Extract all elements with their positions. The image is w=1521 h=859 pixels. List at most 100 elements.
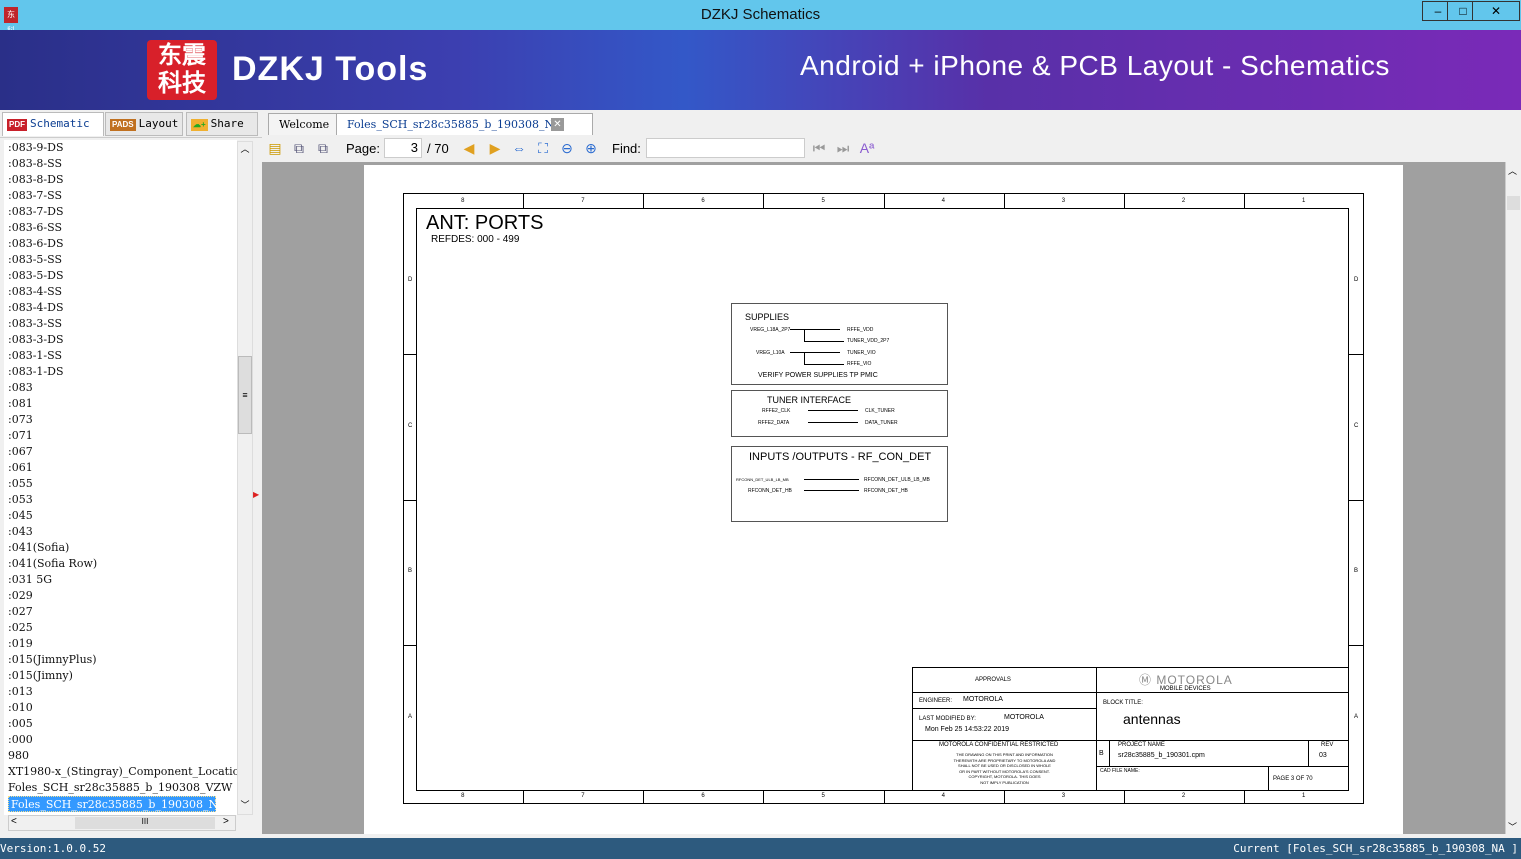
file-list-item[interactable]: :081 <box>4 396 237 412</box>
scroll-right-icon[interactable]: > <box>223 816 229 827</box>
next-page-icon[interactable]: ▶ <box>486 139 504 157</box>
splitter-arrow-icon[interactable]: ▶ <box>253 490 259 499</box>
scroll-up-icon[interactable]: ︿ <box>238 142 252 158</box>
close-button[interactable]: ✕ <box>1472 1 1520 21</box>
page-total: / 70 <box>427 141 449 156</box>
file-list-item[interactable]: :083-4-SS <box>4 284 237 300</box>
net-label: RFCONN_DET_HB <box>748 488 792 494</box>
row-marker: A <box>408 714 413 721</box>
title-bar: DZKJ Schematics <box>0 0 1521 30</box>
file-list-item[interactable]: :041(Sofia) <box>4 540 237 556</box>
open-file-icon[interactable]: ▤ <box>266 139 284 157</box>
file-list-item[interactable]: Foles_SCH_sr28c35885_b_190308_VZW <box>4 780 237 796</box>
scroll-thumb[interactable]: III <box>75 817 215 829</box>
file-list-item[interactable]: :083-6-DS <box>4 236 237 252</box>
file-list-item[interactable]: :055 <box>4 476 237 492</box>
scroll-thumb[interactable] <box>1507 196 1520 210</box>
viewer-scrollbar[interactable]: ︿ ﹀ <box>1505 162 1521 834</box>
file-list-item[interactable]: :083-3-DS <box>4 332 237 348</box>
list-horizontal-scrollbar[interactable]: < III > <box>8 815 236 831</box>
dzkj-logo: 东震科技 <box>147 40 217 100</box>
tab-share[interactable]: ☁+ Share <box>186 112 258 136</box>
column-marker: 3 <box>1061 198 1066 204</box>
file-list-item[interactable]: :083-9-DS <box>4 140 237 156</box>
file-list-item[interactable]: :053 <box>4 492 237 508</box>
file-list-item[interactable]: :067 <box>4 444 237 460</box>
file-list-item[interactable]: :015(JimnyPlus) <box>4 652 237 668</box>
file-list-item[interactable]: :073 <box>4 412 237 428</box>
find-input[interactable] <box>646 138 805 158</box>
file-list-item[interactable]: :083-3-SS <box>4 316 237 332</box>
find-first-icon[interactable]: ⏮ <box>810 139 828 157</box>
find-next-icon[interactable]: ⏭ <box>834 139 852 157</box>
file-list-item[interactable]: 980 <box>4 748 237 764</box>
file-list-item[interactable]: :045 <box>4 508 237 524</box>
tab-layout[interactable]: PADS Layout <box>105 112 183 136</box>
engineer: MOTOROLA <box>963 696 1003 703</box>
fit-page-icon[interactable]: ⛶ <box>534 139 552 157</box>
file-list-item[interactable]: :083-8-DS <box>4 172 237 188</box>
tab-welcome[interactable]: Welcome <box>268 113 341 135</box>
copy-page-icon[interactable]: ⧉ <box>290 139 308 157</box>
net-label: RFCONN_DET_ULB_LB_MB <box>864 477 930 483</box>
text-highlight-icon[interactable]: Aª <box>858 139 876 157</box>
file-list-item[interactable]: :083-7-DS <box>4 204 237 220</box>
net-label: RFFE_VDD <box>847 327 874 333</box>
file-list-item[interactable]: :041(Sofia Row) <box>4 556 237 572</box>
file-list-item[interactable]: :083-4-DS <box>4 300 237 316</box>
file-list-item[interactable]: :029 <box>4 588 237 604</box>
file-list-item[interactable]: :031 5G <box>4 572 237 588</box>
inputs-outputs-block: INPUTS /OUTPUTS - RF_CON_DET RFCONN_DET_… <box>731 446 948 522</box>
file-list-item[interactable]: :083-5-SS <box>4 252 237 268</box>
file-list-item[interactable]: :013 <box>4 684 237 700</box>
find-label: Find: <box>612 141 641 156</box>
refdes-range: REFDES: 000 - 499 <box>431 234 520 245</box>
paste-page-icon[interactable]: ⧉ <box>314 139 332 157</box>
tab-schematic[interactable]: PDF Schematic <box>2 112 104 136</box>
net-label: VREG_L18A_2P7 <box>750 327 791 333</box>
file-list-item[interactable]: :083 <box>4 380 237 396</box>
column-marker: 7 <box>581 793 585 799</box>
file-list-item[interactable]: :025 <box>4 620 237 636</box>
scroll-up-icon[interactable]: ︿ <box>1508 164 1517 177</box>
file-list-item[interactable]: :083-1-DS <box>4 364 237 380</box>
file-list-item[interactable]: :000 <box>4 732 237 748</box>
scroll-down-icon[interactable]: ﹀ <box>1508 820 1517 833</box>
zoom-out-icon[interactable]: ⊖ <box>558 139 576 157</box>
file-list-item[interactable]: :010 <box>4 700 237 716</box>
list-vertical-scrollbar[interactable]: ︿ ≡ ﹀ <box>237 141 253 815</box>
file-list[interactable]: :083-9-DS:083-8-SS:083-8-DS:083-7-SS:083… <box>4 140 237 815</box>
page-input[interactable]: 3 <box>384 138 422 158</box>
close-tab-icon[interactable]: ✕ <box>551 118 564 131</box>
scroll-left-icon[interactable]: < <box>11 816 17 827</box>
row-marker: B <box>408 568 413 575</box>
file-list-item[interactable]: :005 <box>4 716 237 732</box>
file-list-item[interactable]: :083-8-SS <box>4 156 237 172</box>
engineer-label: ENGINEER: <box>919 698 953 704</box>
viewer-toolbar: ▤ ⧉ ⧉ Page: 3 / 70 ◀ ▶ ⇔ ⛶ ⊖ ⊕ Find: ⏮ ⏭… <box>262 137 1521 161</box>
file-list-item[interactable]: :083-7-SS <box>4 188 237 204</box>
file-list-item[interactable]: :061 <box>4 460 237 476</box>
tagline: Android + iPhone & PCB Layout - Schemati… <box>800 50 1390 81</box>
file-list-item[interactable]: :071 <box>4 428 237 444</box>
sheet-size: B <box>1099 750 1104 757</box>
file-list-item[interactable]: :083-6-SS <box>4 220 237 236</box>
prev-page-icon[interactable]: ◀ <box>460 139 478 157</box>
file-list-item[interactable]: :015(Jimny) <box>4 668 237 684</box>
zoom-in-icon[interactable]: ⊕ <box>582 139 600 157</box>
tab-label: Layout <box>138 117 179 130</box>
file-list-item[interactable]: Foles_SCH_sr28c35885_b_190308_NA <box>8 796 226 812</box>
file-list-item[interactable]: :019 <box>4 636 237 652</box>
title-block: APPROVALS Ⓜ MOTOROLA MOBILE DEVICES ENGI… <box>912 667 1349 791</box>
tab-label: Schematic <box>30 117 90 130</box>
file-list-item[interactable]: :083-5-DS <box>4 268 237 284</box>
file-list-item[interactable]: XT1980-x_(Stingray)_Component_Location <box>4 764 237 780</box>
net-label: VREG_L10A <box>756 350 785 356</box>
row-marker: D <box>1354 276 1359 283</box>
scroll-down-icon[interactable]: ﹀ <box>238 798 252 814</box>
file-list-item[interactable]: :083-1-SS <box>4 348 237 364</box>
file-list-item[interactable]: :027 <box>4 604 237 620</box>
fit-width-icon[interactable]: ⇔ <box>510 139 528 157</box>
file-list-item[interactable]: :043 <box>4 524 237 540</box>
scroll-thumb[interactable]: ≡ <box>238 356 252 434</box>
